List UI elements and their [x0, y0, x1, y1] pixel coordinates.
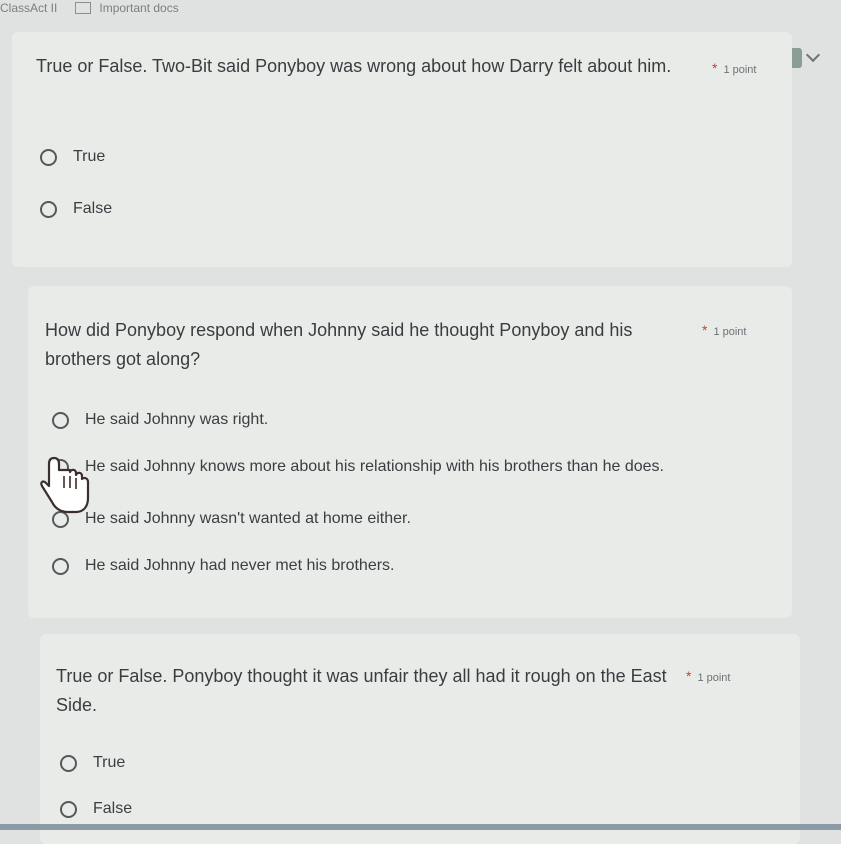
bottom-edge	[0, 824, 841, 830]
bookmark-classact[interactable]: ClassAct II	[0, 1, 57, 15]
question-3-text: True or False. Ponyboy thought it was un…	[56, 666, 667, 715]
option-a[interactable]: He said Johnny was right.	[52, 411, 268, 429]
points-label: 1 point	[723, 64, 757, 76]
option-label: True	[73, 148, 106, 165]
radio-button[interactable]	[60, 800, 77, 818]
question-card-3: True or False. Ponyboy thought it was un…	[40, 634, 800, 844]
option-false[interactable]: False	[40, 200, 112, 218]
radio-button[interactable]	[52, 411, 69, 429]
required-asterisk: *	[702, 322, 708, 338]
option-b[interactable]: He said Johnny knows more about his rela…	[52, 458, 664, 476]
required-asterisk: *	[686, 668, 692, 684]
bookmark-classact-label: ClassAct II	[0, 1, 58, 15]
question-1-text: True or False. Two-Bit said Ponyboy was …	[36, 56, 672, 76]
option-label: He said Johnny wasn't wanted at home eit…	[85, 510, 411, 527]
question-card-1: True or False. Two-Bit said Ponyboy was …	[12, 32, 792, 267]
option-label: He said Johnny was right.	[85, 411, 269, 428]
question-1-points: * 1 point	[712, 60, 756, 76]
bookmark-important-docs-label: Important docs	[99, 1, 179, 15]
option-label: False	[93, 800, 133, 817]
option-true[interactable]: True	[60, 754, 125, 772]
question-3-points: * 1 point	[686, 668, 730, 684]
option-c[interactable]: He said Johnny wasn't wanted at home eit…	[52, 510, 411, 528]
hand-cursor-icon	[40, 456, 90, 514]
radio-button[interactable]	[60, 754, 77, 772]
option-d[interactable]: He said Johnny had never met his brother…	[52, 557, 395, 575]
option-true[interactable]: True	[40, 148, 105, 166]
points-label: 1 point	[697, 672, 731, 684]
question-card-2: How did Ponyboy respond when Johnny said…	[28, 286, 792, 618]
option-label: True	[93, 754, 126, 771]
radio-button[interactable]	[40, 200, 57, 218]
question-2-points: * 1 point	[702, 322, 746, 338]
bookmarks-bar: ClassAct II Important docs	[0, 0, 841, 16]
question-2-text: How did Ponyboy respond when Johnny said…	[45, 320, 633, 369]
radio-button[interactable]	[40, 148, 57, 166]
option-label: He said Johnny had never met his brother…	[85, 557, 395, 574]
radio-button[interactable]	[52, 557, 69, 575]
points-label: 1 point	[713, 326, 747, 338]
required-asterisk: *	[712, 60, 718, 76]
chevron-down-icon	[805, 47, 821, 63]
folder-icon	[75, 2, 92, 14]
option-label: False	[73, 200, 113, 217]
option-false[interactable]: False	[60, 800, 132, 818]
bookmark-important-docs[interactable]: Important docs	[75, 1, 179, 15]
option-label: He said Johnny knows more about his rela…	[85, 458, 664, 475]
